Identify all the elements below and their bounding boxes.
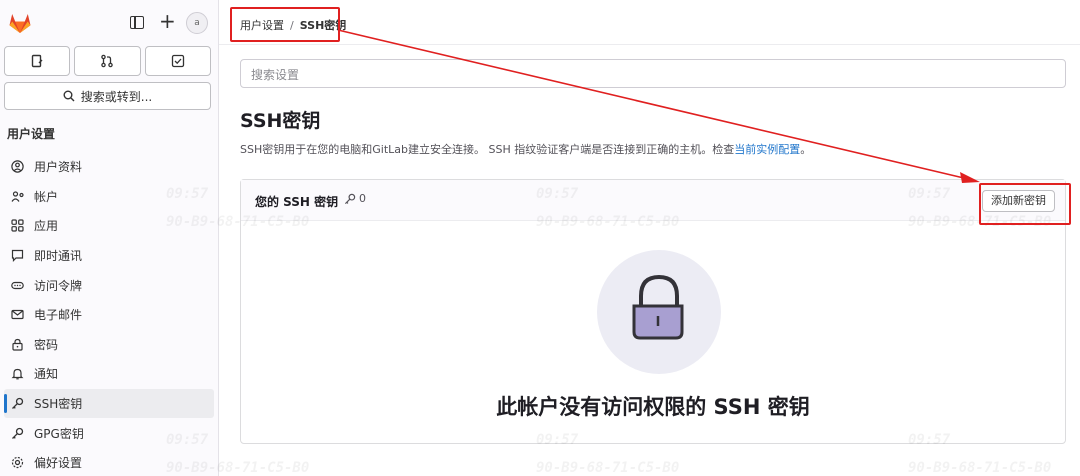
main-content: 用户设置 / SSH密钥 搜索设置 SSH密钥 SSH密钥用于在您的电脑和GitLa… [219,0,1080,476]
gitlab-logo-icon[interactable] [8,12,32,34]
sidebar-item-gpg-keys[interactable]: GPG密钥 [0,418,219,448]
card-header: 您的 SSH 密钥 0 添加新密钥 [241,180,1065,221]
sidebar-item-label: 偏好设置 [34,456,83,471]
sidebar-item-notifications[interactable]: 通知 [0,359,219,389]
sidebar-item-label: 电子邮件 [34,308,83,323]
card-title: 您的 SSH 密钥 [255,195,339,209]
chat-icon [10,249,24,263]
search-icon [63,90,75,102]
ssh-keys-card: 您的 SSH 密钥 0 添加新密钥 此帐户没有访问权限的 SSH 密钥 [240,179,1066,444]
key-icon [344,193,356,204]
sidebar-item-applications[interactable]: 应用 [0,211,219,241]
sidebar-topbar: + a [0,0,219,44]
sidebar-item-preferences[interactable]: 偏好设置 [0,448,219,476]
sidebar-item-profile[interactable]: 用户资料 [0,152,219,182]
lock-icon [10,337,24,351]
issues-icon [31,54,43,68]
lock-icon [632,274,684,340]
sidebar-item-label: 帐户 [34,189,59,204]
sidebar-item-chat[interactable]: 即时通讯 [0,241,219,271]
breadcrumb-bar: 用户设置 / SSH密钥 [219,0,1080,45]
sidebar: + a 搜索或转到... 用户设置 用户资料 帐户 应用 即时通讯 访问令牌 电… [0,0,219,476]
empty-state-illustration [597,250,721,374]
sidebar-item-label: 即时通讯 [34,249,83,264]
page-title: SSH密钥 [240,110,321,132]
breadcrumb-separator: / [290,19,294,32]
sidebar-toggle-icon[interactable] [130,16,144,29]
preferences-icon [10,456,24,470]
todos-button[interactable] [144,46,211,76]
breadcrumb: 用户设置 / SSH密钥 [240,17,346,33]
sidebar-item-emails[interactable]: 电子邮件 [0,300,219,330]
quick-actions [4,46,211,76]
key-count: 0 [344,192,366,205]
breadcrumb-current[interactable]: SSH密钥 [300,19,347,32]
merge-requests-button[interactable] [74,46,141,76]
sidebar-item-label: GPG密钥 [34,426,84,441]
key-icon [10,426,24,440]
key-icon [10,397,24,411]
sidebar-item-password[interactable]: 密码 [0,330,219,360]
avatar[interactable]: a [186,12,208,34]
sidebar-item-label: 通知 [34,367,59,382]
user-icon [10,160,24,174]
description-text: SSH密钥用于在您的电脑和GitLab建立安全连接。 SSH 指纹验证客户端是否… [240,143,735,156]
sidebar-section-title: 用户设置 [7,127,56,141]
description-end: 。 [800,143,812,156]
create-new-icon[interactable]: + [159,11,176,31]
token-icon [10,278,24,292]
add-new-key-button[interactable]: 添加新密钥 [982,190,1055,212]
merge-request-icon [101,54,114,68]
page-description: SSH密钥用于在您的电脑和GitLab建立安全连接。 SSH 指纹验证客户端是否… [240,141,811,157]
sidebar-item-label: 密码 [34,337,59,352]
bell-icon [10,367,24,381]
sidebar-item-label: SSH密钥 [34,397,83,412]
settings-search-input[interactable]: 搜索设置 [240,59,1066,88]
empty-state-title: 此帐户没有访问权限的 SSH 密钥 [496,395,810,419]
applications-icon [10,219,24,233]
sidebar-item-account[interactable]: 帐户 [0,182,219,212]
search-go-to-label: 搜索或转到... [80,89,153,104]
sidebar-item-access-tokens[interactable]: 访问令牌 [0,270,219,300]
breadcrumb-parent[interactable]: 用户设置 [240,19,284,32]
sidebar-item-label: 用户资料 [34,160,83,175]
account-icon [10,189,24,203]
sidebar-item-label: 应用 [34,219,59,234]
instance-config-link[interactable]: 当前实例配置 [734,143,800,156]
todo-icon [171,54,184,68]
search-go-to-button[interactable]: 搜索或转到... [4,82,211,110]
sidebar-item-label: 访问令牌 [34,278,83,293]
sidebar-nav: 用户资料 帐户 应用 即时通讯 访问令牌 电子邮件 密码 通知 SSH密钥 GP… [0,152,219,476]
issues-button[interactable] [4,46,71,76]
mail-icon [10,308,24,322]
sidebar-item-ssh-keys[interactable]: SSH密钥 [4,388,214,419]
key-count-value: 0 [359,192,366,205]
